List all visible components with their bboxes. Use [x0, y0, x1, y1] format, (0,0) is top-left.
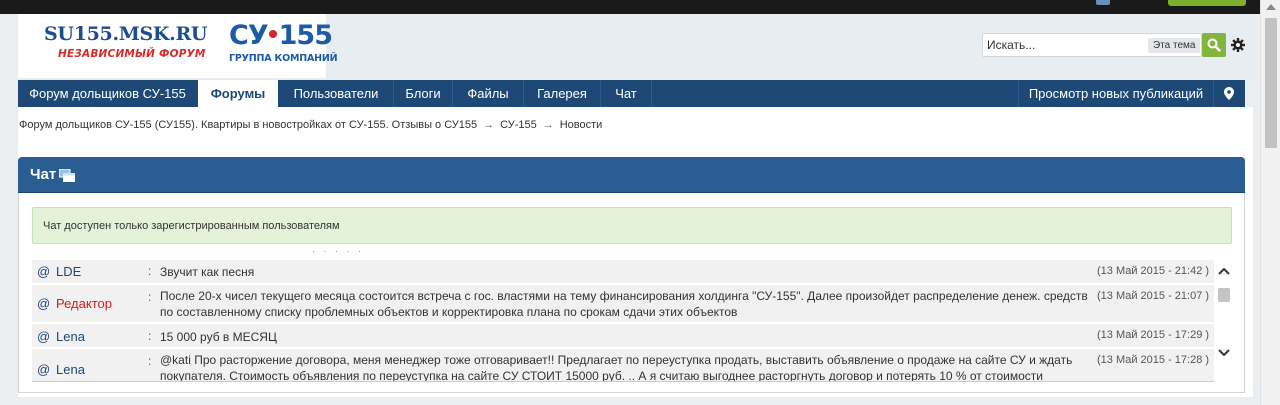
page-scrollbar[interactable] — [1260, 0, 1280, 405]
logo-su-number: 155 — [278, 20, 333, 51]
mention-button[interactable]: @ — [37, 264, 50, 279]
login-required-notice: Чат доступен только зарегистрированным п… — [32, 207, 1232, 244]
search-scope-toggle[interactable]: Эта тема — [1148, 38, 1201, 53]
location-button[interactable] — [1214, 80, 1245, 107]
search-box: Эта тема — [982, 33, 1202, 57]
nav-item-users[interactable]: Пользователи — [279, 80, 393, 107]
chat-colon: : — [148, 354, 152, 368]
nav-divider — [651, 80, 652, 107]
chat-text: @kati Про расторжение договора, меня мен… — [160, 353, 1073, 382]
chat-scrollbar[interactable] — [1216, 262, 1232, 382]
main-nav: Форум дольщиков СУ-155 Форумы Пользовате… — [18, 80, 1245, 107]
logo-dot-icon — [268, 29, 277, 38]
chat-username[interactable]: Редактор — [56, 296, 112, 311]
chat-message: @ Редактор : После 20-х чисел текущего м… — [32, 285, 1214, 323]
chat-timestamp: (13 Май 2015 - 17:29 ) — [1097, 329, 1210, 341]
chat-colon: : — [148, 264, 152, 278]
chat-message: @ Lena : 15 000 руб в МЕСЯЦ (13 Май 2015… — [32, 324, 1214, 348]
chat-colon: : — [148, 290, 152, 304]
chevron-up-icon[interactable] — [1218, 266, 1230, 276]
new-content-link[interactable]: Просмотр новых публикаций — [1019, 80, 1213, 107]
user-menu-icon[interactable] — [1096, 0, 1110, 5]
logo-su-text: СУ — [229, 20, 269, 51]
breadcrumb-separator: → — [483, 119, 495, 131]
scroll-up-arrow-icon[interactable] — [1266, 3, 1276, 10]
chat-messages: · · · · · @ LDE : Звучит как песня (13 М… — [32, 248, 1214, 382]
mention-button[interactable]: @ — [37, 362, 50, 377]
chat-username[interactable]: Lena — [56, 329, 85, 344]
top-action-button[interactable] — [1168, 0, 1246, 6]
chat-title: Чат — [30, 166, 57, 183]
breadcrumb-link-news[interactable]: Новости — [560, 119, 603, 131]
nav-item-forum-home[interactable]: Форум дольщиков СУ-155 — [18, 80, 197, 107]
chat-timestamp: (13 Май 2015 - 21:42 ) — [1097, 265, 1210, 277]
nav-item-blogs[interactable]: Блоги — [394, 80, 452, 107]
breadcrumb-separator: → — [542, 119, 554, 131]
map-pin-icon — [1224, 87, 1234, 100]
mention-button[interactable]: @ — [37, 329, 50, 344]
search-input[interactable] — [987, 37, 1137, 53]
chat-text: Звучит как песня — [160, 265, 255, 279]
mention-button[interactable]: @ — [37, 296, 50, 311]
logo-slogan: НЕЗАВИСИМЫЙ ФОРУМ — [58, 48, 206, 60]
breadcrumb-link-su155[interactable]: СУ-155 — [500, 119, 537, 131]
chat-timestamp: (13 Май 2015 - 17:28 ) — [1097, 354, 1210, 366]
company-logo: СУ 155 — [229, 20, 333, 51]
breadcrumb-link-forum[interactable]: Форум дольщиков СУ-155 (СУ155). Квартиры… — [19, 119, 477, 131]
top-bar — [0, 0, 1260, 14]
chat-header: Чат — [18, 157, 1245, 193]
page-scroll-thumb[interactable] — [1265, 18, 1277, 148]
chat-scroll-thumb[interactable] — [1218, 288, 1230, 302]
breadcrumb: Форум дольщиков СУ-155 (СУ155). Квартиры… — [19, 119, 602, 131]
search-icon — [1207, 38, 1221, 52]
search-button[interactable] — [1202, 33, 1226, 57]
nav-item-forums[interactable]: Форумы — [198, 80, 278, 107]
chat-username[interactable]: Lena — [56, 362, 85, 377]
chat-username[interactable]: LDE — [56, 264, 81, 279]
chat-timestamp: (13 Май 2015 - 21:07 ) — [1097, 290, 1210, 302]
chat-text: 15 000 руб в МЕСЯЦ — [160, 330, 277, 344]
gear-icon[interactable] — [1230, 37, 1246, 53]
nav-item-files[interactable]: Файлы — [453, 80, 523, 107]
logo-group-text: ГРУППА КОМПАНИЙ — [229, 53, 338, 64]
nav-item-chat[interactable]: Чат — [601, 80, 651, 107]
notice-text: Чат доступен только зарегистрированным п… — [43, 220, 340, 232]
chat-message: @ Lena : @kati Про расторжение договора,… — [32, 349, 1214, 382]
logo-site-name: SU155.MSK.RU — [44, 23, 208, 45]
chat-text: После 20-х чисел текущего месяца состоит… — [160, 289, 1088, 319]
chat-colon: : — [148, 329, 152, 343]
chat-truncated-text: · · · · · — [312, 248, 364, 256]
chevron-down-icon[interactable] — [1218, 348, 1230, 358]
popout-window-icon[interactable] — [59, 169, 75, 182]
nav-item-gallery[interactable]: Галерея — [524, 80, 600, 107]
chat-message: @ LDE : Звучит как песня (13 Май 2015 - … — [32, 260, 1214, 284]
